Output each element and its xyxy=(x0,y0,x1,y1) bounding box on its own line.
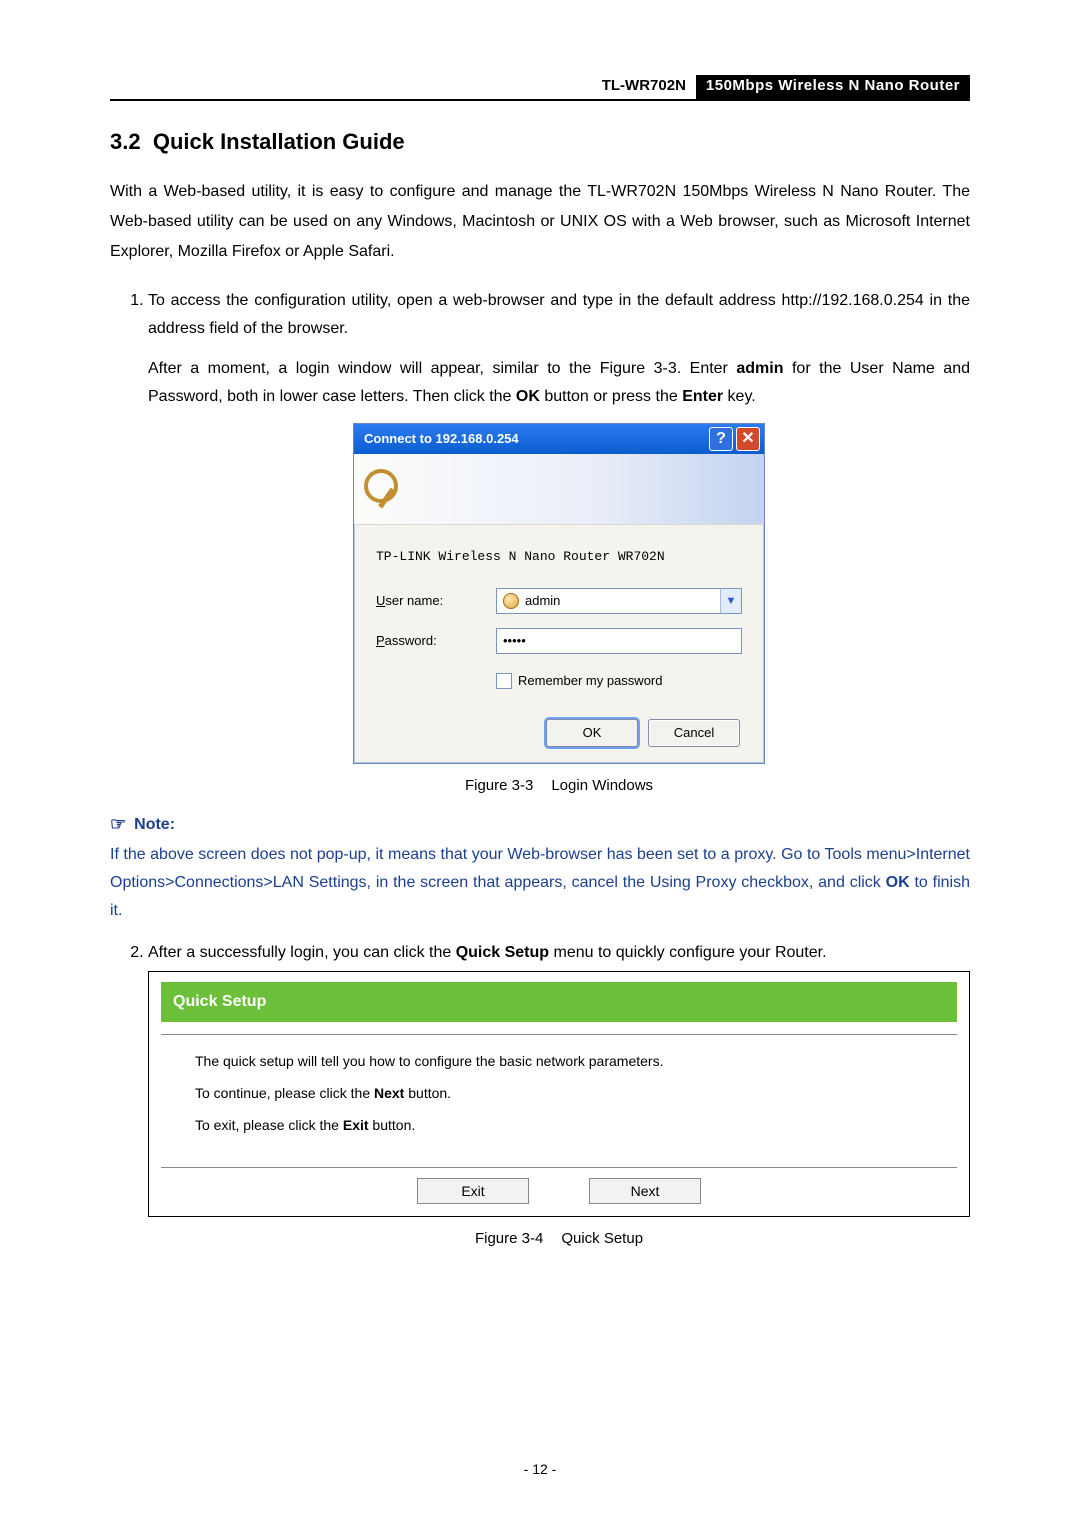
remember-label: Remember my password xyxy=(518,667,663,695)
header-product: 150Mbps Wireless N Nano Router xyxy=(696,75,970,99)
keys-icon xyxy=(364,469,404,509)
step1-line1: To access the configuration utility, ope… xyxy=(148,287,970,343)
ok-button[interactable]: OK xyxy=(546,719,638,747)
dialog-titlebar: Connect to 192.168.0.254 ? ✕ xyxy=(354,424,764,454)
intro-paragraph: With a Web-based utility, it is easy to … xyxy=(110,177,970,267)
username-value: admin xyxy=(525,587,720,615)
remember-password-row: Remember my password xyxy=(496,667,742,695)
header-model: TL-WR702N xyxy=(592,75,696,99)
step-1: To access the configuration utility, ope… xyxy=(148,287,970,800)
next-button[interactable]: Next xyxy=(589,1178,701,1204)
note-label: Note: xyxy=(134,816,175,834)
cancel-button[interactable]: Cancel xyxy=(648,719,740,747)
quick-setup-title: Quick Setup xyxy=(161,982,957,1022)
pointing-hand-icon: ☞ xyxy=(110,814,126,835)
user-icon xyxy=(503,593,519,609)
dropdown-arrow-icon[interactable]: ▼ xyxy=(720,589,741,613)
qs-line1: The quick setup will tell you how to con… xyxy=(195,1049,923,1073)
password-value: ••••• xyxy=(503,627,741,655)
step-2: After a successfully login, you can clic… xyxy=(148,939,970,1253)
remember-checkbox[interactable] xyxy=(496,673,512,689)
doc-header: TL-WR702N 150Mbps Wireless N Nano Router xyxy=(110,75,970,101)
figure-3-4-caption: Figure 3-4Quick Setup xyxy=(148,1225,970,1253)
auth-realm: TP-LINK Wireless N Nano Router WR702N xyxy=(376,543,742,571)
section-heading: 3.2 Quick Installation Guide xyxy=(110,129,970,155)
login-dialog: Connect to 192.168.0.254 ? ✕ TP-LINK Wir… xyxy=(353,423,765,764)
dialog-title-text: Connect to 192.168.0.254 xyxy=(364,425,519,453)
quick-setup-panel: Quick Setup The quick setup will tell yo… xyxy=(148,971,970,1217)
section-number: 3.2 xyxy=(110,129,141,154)
section-title: Quick Installation Guide xyxy=(153,129,405,154)
password-input[interactable]: ••••• xyxy=(496,628,742,654)
note-heading: ☞ Note: xyxy=(110,814,970,835)
password-label: Password: xyxy=(376,627,496,655)
note-body: If the above screen does not pop-up, it … xyxy=(110,841,970,925)
close-icon[interactable]: ✕ xyxy=(736,427,760,451)
username-input[interactable]: admin ▼ xyxy=(496,588,742,614)
qs-line3: To exit, please click the Exit button. xyxy=(195,1113,923,1137)
username-label: User name: xyxy=(376,587,496,615)
step1-line2: After a moment, a login window will appe… xyxy=(148,355,970,411)
page-number: - 12 - xyxy=(0,1461,1080,1477)
help-icon[interactable]: ? xyxy=(709,427,733,451)
figure-3-3-caption: Figure 3-3Login Windows xyxy=(148,772,970,800)
qs-line2: To continue, please click the Next butto… xyxy=(195,1081,923,1105)
exit-button[interactable]: Exit xyxy=(417,1178,529,1204)
dialog-banner xyxy=(354,454,764,525)
